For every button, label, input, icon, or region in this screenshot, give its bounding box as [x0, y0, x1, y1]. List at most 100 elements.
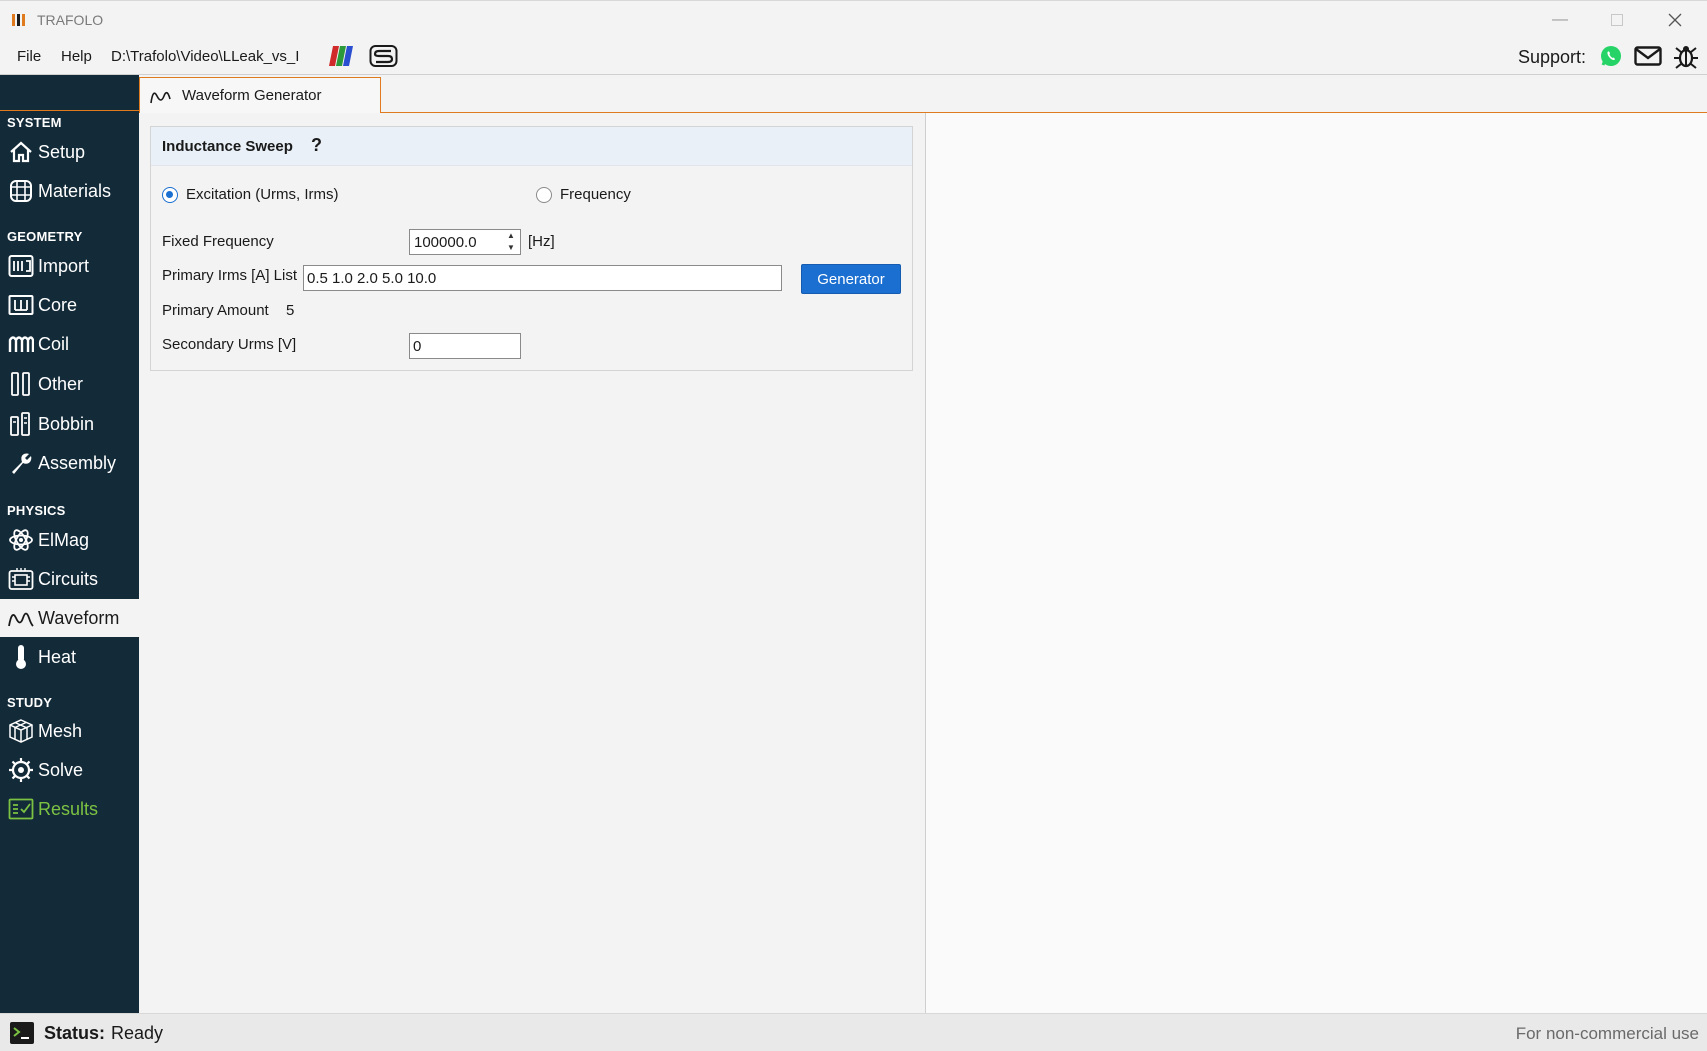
radio-excitation[interactable]: Excitation (Urms, Irms): [162, 186, 339, 203]
sidebar-item-label: Materials: [38, 180, 112, 201]
mesh-cube-icon: [7, 718, 35, 744]
support-label: Support:: [1518, 47, 1587, 67]
sidebar-item-label: Coil: [38, 333, 70, 354]
primary-amount-label: Primary Amount: [162, 302, 269, 319]
secondary-urms-input[interactable]: [409, 333, 521, 359]
sidebar-item-solve[interactable]: Solve: [0, 751, 139, 789]
group-header: Inductance Sweep ?: [151, 127, 912, 166]
tab-waveform-generator[interactable]: Waveform Generator: [139, 77, 381, 113]
section-system: SYSTEM: [7, 115, 62, 130]
section-geometry: GEOMETRY: [7, 229, 83, 244]
sidebar-item-label: Assembly: [38, 452, 117, 473]
radio-label: Excitation (Urms, Irms): [186, 186, 339, 203]
sidebar-item-results[interactable]: Results: [0, 790, 139, 828]
sidebar-item-other[interactable]: Other: [0, 365, 139, 403]
other-parts-icon: [7, 371, 35, 397]
trafolo-logo-icon: [12, 14, 25, 26]
generator-button[interactable]: Generator: [801, 264, 901, 294]
sidebar-item-waveform[interactable]: Waveform: [0, 599, 139, 637]
sidebar-item-circuits[interactable]: Circuits: [0, 560, 139, 598]
license-note: For non-commercial use: [1515, 1024, 1699, 1043]
title-bar: TRAFOLO —: [0, 0, 1707, 38]
primary-irms-label: Primary Irms [A] List: [162, 267, 298, 284]
sidebar-item-label: Results: [38, 798, 99, 819]
mail-icon[interactable]: [1634, 46, 1662, 66]
tab-strip: Waveform Generator: [139, 75, 1707, 113]
fixed-frequency-unit: [Hz]: [528, 233, 555, 250]
radio-label: Frequency: [560, 186, 631, 203]
fixed-frequency-spinbox[interactable]: 100000.0 ▲ ▼: [409, 229, 521, 255]
help-icon[interactable]: ?: [311, 135, 322, 156]
waveform-icon: [150, 91, 171, 103]
materials-grid-icon: [7, 178, 35, 204]
sidebar-item-elmag[interactable]: ElMag: [0, 521, 139, 559]
sidebar-item-label: Waveform: [38, 607, 120, 628]
sidebar-item-import[interactable]: Import: [0, 247, 139, 285]
wrench-icon: [7, 450, 35, 476]
group-title: Inductance Sweep: [162, 138, 293, 155]
sidebar-header-strip: [0, 75, 139, 111]
radio-frequency[interactable]: Frequency: [536, 186, 631, 203]
bug-icon[interactable]: [1673, 43, 1699, 69]
sidebar-item-heat[interactable]: Heat: [0, 638, 139, 676]
spin-down-icon[interactable]: ▼: [507, 243, 515, 253]
bobbin-icon: [7, 411, 35, 437]
sidebar: SYSTEM Setup Materials GEOMETRY Import C…: [0, 75, 139, 1013]
primary-amount-value: 5: [286, 302, 295, 319]
sidebar-item-label: Solve: [38, 759, 84, 780]
menu-bar: File Help D:\Trafolo\Video\LLeak_vs_I Su…: [0, 38, 1707, 75]
close-icon[interactable]: [1652, 7, 1698, 33]
sidebar-item-assembly[interactable]: Assembly: [0, 444, 139, 482]
radio-unchecked-indicator: [536, 186, 552, 203]
home-icon: [7, 139, 35, 165]
status-bar: Status: Ready For non-commercial use: [0, 1013, 1707, 1051]
sidebar-item-label: Import: [38, 255, 90, 276]
thermometer-icon: [7, 644, 35, 670]
minimize-icon[interactable]: —: [1537, 7, 1583, 33]
waveform-icon: [7, 605, 35, 631]
waveform-settings-panel: Inductance Sweep ? Excitation (Urms, Irm…: [139, 113, 926, 1013]
sidebar-item-label: Bobbin: [38, 413, 95, 434]
spinbox-arrows[interactable]: ▲ ▼: [504, 231, 518, 253]
section-physics: PHYSICS: [7, 503, 66, 518]
sidebar-item-bobbin[interactable]: Bobbin: [0, 405, 139, 443]
core-icon: [7, 292, 35, 318]
sidebar-item-label: Circuits: [38, 568, 99, 589]
radio-checked-indicator: [162, 186, 178, 203]
status-value: Ready: [111, 1023, 164, 1043]
waveform-preview-area: [926, 113, 1707, 1013]
status-label: Status:: [44, 1023, 106, 1043]
sidebar-item-mesh[interactable]: Mesh: [0, 712, 139, 750]
project-path: D:\Trafolo\Video\LLeak_vs_I: [111, 48, 300, 65]
sidebar-item-core[interactable]: Core: [0, 286, 139, 324]
primary-irms-input[interactable]: [303, 265, 782, 291]
sidebar-item-label: Mesh: [38, 720, 83, 741]
import-icon: [7, 253, 35, 279]
terminal-icon[interactable]: [9, 1021, 35, 1045]
results-checklist-icon: [7, 796, 35, 822]
coil-icon: [7, 331, 35, 357]
sidebar-item-coil[interactable]: Coil: [0, 325, 139, 363]
sidebar-item-label: Core: [38, 294, 78, 315]
s-logo-icon[interactable]: [369, 44, 399, 68]
sidebar-item-label: ElMag: [38, 529, 90, 550]
menu-file[interactable]: File: [17, 48, 41, 65]
atom-icon: [7, 527, 35, 553]
secondary-urms-label: Secondary Urms [V]: [162, 336, 297, 353]
menu-help[interactable]: Help: [61, 48, 92, 65]
solve-gear-icon: [7, 757, 35, 783]
whatsapp-icon[interactable]: [1599, 44, 1623, 68]
section-study: STUDY: [7, 695, 53, 710]
inductance-sweep-group: Inductance Sweep ? Excitation (Urms, Irm…: [150, 126, 913, 371]
maximize-icon[interactable]: [1594, 7, 1640, 33]
tab-label: Waveform Generator: [182, 87, 322, 104]
sidebar-item-label: Heat: [38, 646, 77, 667]
sidebar-item-materials[interactable]: Materials: [0, 172, 139, 210]
spin-up-icon[interactable]: ▲: [507, 231, 515, 241]
window-title: TRAFOLO: [37, 12, 104, 28]
sidebar-item-setup[interactable]: Setup: [0, 133, 139, 171]
multicolor-stripes-icon[interactable]: [324, 44, 354, 68]
circuit-board-icon: [7, 566, 35, 592]
sidebar-item-label: Setup: [38, 141, 86, 162]
fixed-frequency-label: Fixed Frequency: [162, 233, 274, 250]
